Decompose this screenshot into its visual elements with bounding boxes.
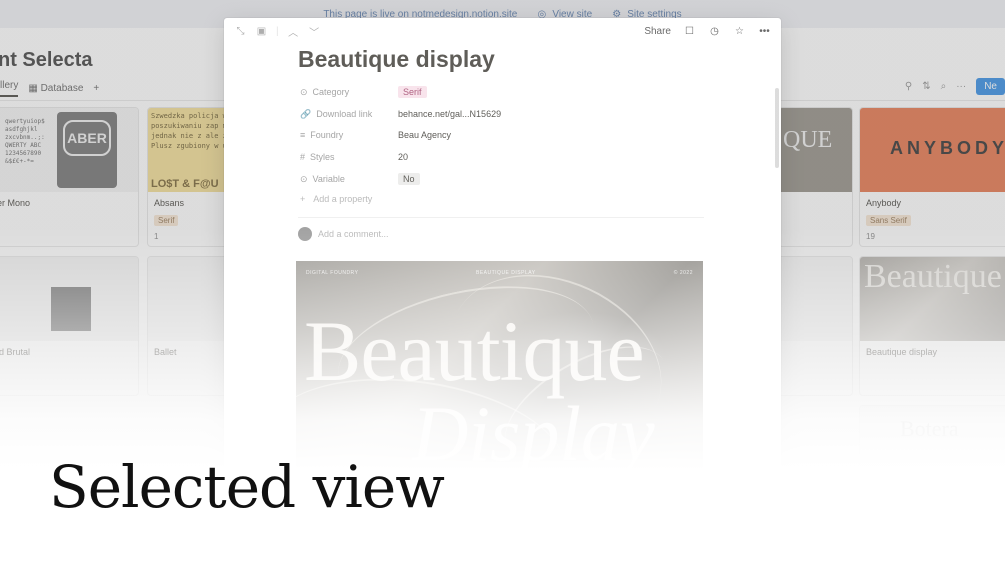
share-button[interactable]: Share (644, 26, 671, 37)
star-icon[interactable]: ☆ (733, 25, 746, 38)
caption-title: Selected view (49, 453, 445, 521)
avatar (298, 227, 312, 241)
cover-text-line1: Beautique (304, 303, 645, 399)
expand-icon[interactable]: ⤡ (234, 25, 247, 38)
download-link-value[interactable]: behance.net/gal...N15629 (398, 109, 501, 119)
number-icon: # (300, 152, 306, 162)
link-icon: 🔗 (300, 108, 312, 119)
property-category[interactable]: ⊙ Category Serif (300, 83, 427, 101)
divider (298, 217, 704, 218)
open-as-page-icon[interactable]: ▣ (255, 25, 268, 38)
styles-value: 20 (398, 152, 409, 162)
property-foundry[interactable]: ≡ Foundry Beau Agency (300, 126, 451, 144)
comment-input[interactable]: Add a comment... (298, 227, 389, 241)
select-icon: ⊙ (300, 173, 308, 184)
select-icon: ⊙ (300, 86, 308, 97)
history-icon[interactable]: ◷ (708, 25, 721, 38)
chevron-up-icon[interactable]: ︿ (287, 25, 300, 39)
more-icon[interactable]: ••• (758, 25, 771, 38)
property-styles[interactable]: # Styles 20 (300, 148, 408, 166)
chevron-down-icon[interactable]: ﹀ (308, 25, 321, 39)
category-tag: Serif (398, 86, 427, 98)
comment-icon[interactable]: ☐ (683, 25, 696, 38)
page-title[interactable]: Beautique display (298, 46, 495, 73)
variable-tag: No (398, 173, 420, 185)
add-property-button[interactable]: + Add a property (300, 194, 372, 204)
modal-toolbar: ⤡ ▣ | ︿ ﹀ Share ☐ ◷ ☆ ••• (224, 18, 781, 44)
foundry-value: Beau Agency (398, 130, 452, 140)
text-icon: ≡ (300, 130, 306, 140)
plus-icon: + (300, 194, 306, 204)
scrollbar[interactable] (775, 88, 779, 168)
comment-placeholder: Add a comment... (318, 229, 389, 239)
toolbar-divider: | (276, 25, 279, 37)
property-variable[interactable]: ⊙ Variable No (300, 170, 420, 188)
property-download-link[interactable]: 🔗 Download link behance.net/gal...N15629 (300, 105, 501, 123)
cover-text-line2: Display (412, 390, 655, 477)
